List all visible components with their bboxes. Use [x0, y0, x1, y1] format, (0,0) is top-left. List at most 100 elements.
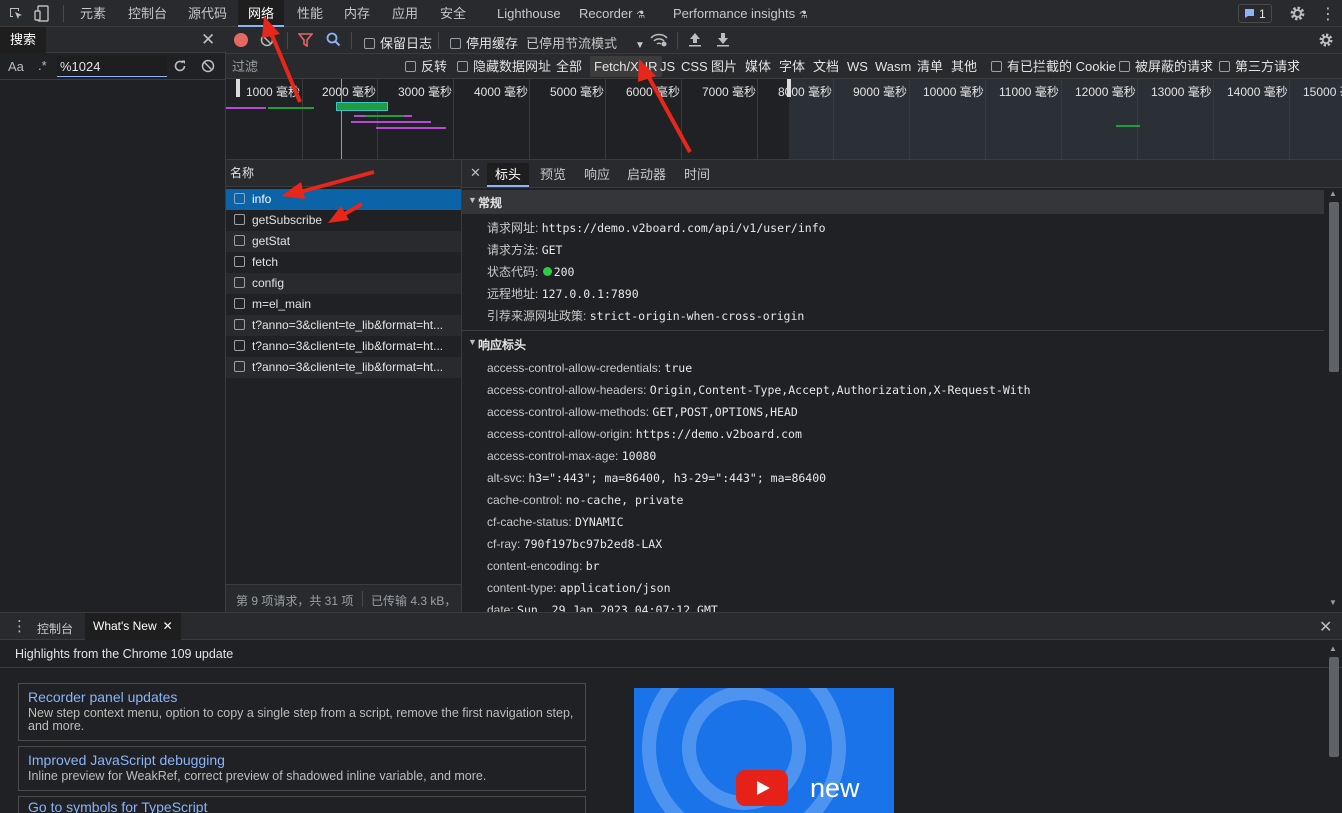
response-header-row: content-encoding: br	[487, 559, 600, 573]
details-scrollbar[interactable]: ▲ ▼	[1326, 188, 1342, 612]
tab-elements[interactable]: 元素	[80, 0, 106, 27]
disable-cache-checkbox[interactable]: 停用缓存	[450, 33, 518, 52]
tab-lighthouse[interactable]: Lighthouse	[497, 0, 561, 27]
blocked-cookies-checkbox[interactable]: 有已拦截的 Cookie	[991, 54, 1116, 79]
blocked-requests-checkbox[interactable]: 被屏蔽的请求	[1119, 54, 1213, 79]
tab-security[interactable]: 安全	[440, 0, 466, 27]
feature-card[interactable]: Recorder panel updates New step context …	[18, 683, 586, 741]
feature-card[interactable]: Go to symbols for TypeScript	[18, 796, 586, 813]
youtube-play-icon[interactable]	[736, 770, 788, 806]
invert-checkbox[interactable]: 反转	[405, 54, 447, 79]
tab-application[interactable]: 应用	[392, 0, 418, 27]
regex-toggle[interactable]: .*	[38, 58, 47, 73]
network-overview-timeline[interactable]: 1000 毫秒 2000 毫秒 3000 毫秒 4000 毫秒 5000 毫秒 …	[226, 79, 1342, 160]
scroll-down-arrow-icon[interactable]: ▼	[1329, 598, 1337, 607]
filter-input[interactable]: 过滤	[230, 56, 395, 77]
tab-network[interactable]: 网络	[238, 0, 285, 27]
name-column-header[interactable]: 名称	[226, 160, 461, 187]
header-value: strict-origin-when-cross-origin	[589, 309, 805, 323]
request-row[interactable]: getSubscribe	[226, 210, 461, 231]
request-row[interactable]: m=el_main	[226, 294, 461, 315]
export-har-download-icon[interactable]	[716, 32, 730, 47]
hide-data-urls-checkbox[interactable]: 隐藏数据网址	[457, 54, 551, 79]
inspect-element-icon[interactable]	[8, 6, 24, 22]
tab-performance[interactable]: 性能	[297, 0, 323, 27]
dom-content-loaded-marker	[341, 79, 342, 159]
filter-funnel-icon[interactable]	[298, 33, 313, 47]
feature-card-title[interactable]: Go to symbols for TypeScript	[28, 799, 576, 813]
clear-search-icon[interactable]	[201, 59, 215, 73]
overview-left-handle[interactable]	[236, 79, 240, 97]
general-section-header[interactable]: ▼ 常规	[462, 190, 1324, 214]
tab-response[interactable]: 响应	[584, 163, 610, 187]
filter-type-css[interactable]: CSS	[681, 54, 708, 79]
drawer-scrollbar[interactable]: ▲	[1326, 643, 1342, 813]
network-toolbar: 保留日志 停用缓存 已停用节流模式 ▼	[226, 27, 1342, 54]
filter-type-all[interactable]: 全部	[556, 54, 582, 79]
overview-right-handle[interactable]	[787, 79, 791, 97]
details-scroll-thumb[interactable]	[1329, 202, 1339, 372]
close-search-icon[interactable]: ✕	[201, 30, 215, 50]
issues-counter-button[interactable]: 1	[1238, 4, 1272, 23]
request-row[interactable]: t?anno=3&client=te_lib&format=ht...	[226, 315, 461, 336]
filter-type-wasm[interactable]: Wasm	[875, 54, 911, 79]
request-row[interactable]: fetch	[226, 252, 461, 273]
video-thumbnail[interactable]: new	[634, 688, 894, 813]
match-case-toggle[interactable]: Aa	[8, 59, 24, 74]
request-row[interactable]: config	[226, 273, 461, 294]
tab-headers[interactable]: 标头	[487, 163, 530, 187]
tab-recorder[interactable]: Recorder ⚗	[579, 0, 645, 27]
filter-type-doc[interactable]: 文档	[813, 54, 839, 79]
close-tab-icon[interactable]: ✕	[163, 619, 173, 633]
search-magnifier-icon[interactable]	[326, 32, 341, 47]
request-row[interactable]: getStat	[226, 231, 461, 252]
close-drawer-icon[interactable]: ✕	[1319, 617, 1332, 637]
preserve-log-checkbox[interactable]: 保留日志	[364, 33, 432, 52]
throttling-select[interactable]: 已停用节流模式 ▼	[526, 33, 645, 52]
tab-sources[interactable]: 源代码	[188, 0, 227, 27]
timeline-tick: 13000 毫秒	[1151, 85, 1212, 99]
request-row-selected[interactable]: info	[226, 189, 461, 210]
search-tab[interactable]: 搜索	[0, 27, 47, 53]
record-button[interactable]	[234, 33, 248, 47]
drawer-scroll-thumb[interactable]	[1329, 657, 1339, 757]
third-party-checkbox[interactable]: 第三方请求	[1219, 54, 1300, 79]
scroll-up-arrow-icon[interactable]: ▲	[1329, 189, 1337, 198]
drawer-tab-whats-new[interactable]: What's New ✕	[85, 613, 181, 640]
network-settings-gear-icon[interactable]	[1318, 32, 1334, 48]
filter-type-js[interactable]: JS	[660, 54, 675, 79]
response-headers-section-header[interactable]: ▼ 响应标头	[462, 332, 1324, 356]
filter-type-img[interactable]: 图片	[711, 54, 737, 79]
tab-preview[interactable]: 预览	[540, 163, 566, 187]
filter-type-media[interactable]: 媒体	[745, 54, 771, 79]
general-row-referrer: 引荐来源网址政策: strict-origin-when-cross-origi…	[487, 307, 804, 324]
filter-type-fetch-xhr[interactable]: Fetch/XHR	[590, 56, 662, 77]
network-conditions-wifi-icon[interactable]	[650, 32, 668, 48]
filter-type-font[interactable]: 字体	[779, 54, 805, 79]
filter-type-ws[interactable]: WS	[847, 54, 868, 79]
clear-log-icon[interactable]	[260, 33, 274, 47]
settings-gear-icon[interactable]	[1289, 5, 1306, 22]
feature-card-title[interactable]: Recorder panel updates	[28, 689, 576, 705]
refresh-search-icon[interactable]	[173, 59, 187, 73]
feature-card[interactable]: Improved JavaScript debugging Inline pre…	[18, 746, 586, 791]
tab-memory[interactable]: 内存	[344, 0, 370, 27]
response-header-row: cf-ray: 790f197bc97b2ed8-LAX	[487, 537, 662, 551]
device-toolbar-icon[interactable]	[34, 5, 50, 22]
import-har-upload-icon[interactable]	[688, 32, 702, 47]
request-row[interactable]: t?anno=3&client=te_lib&format=ht...	[226, 357, 461, 378]
tab-performance-insights[interactable]: Performance insights ⚗	[673, 0, 808, 27]
more-options-kebab-icon[interactable]: ⋮	[1320, 4, 1336, 24]
close-details-icon[interactable]: ✕	[470, 165, 481, 181]
drawer-tab-console[interactable]: 控制台	[37, 620, 73, 637]
feature-card-title[interactable]: Improved JavaScript debugging	[28, 752, 576, 768]
filter-type-manifest[interactable]: 清单	[917, 54, 943, 79]
request-row[interactable]: t?anno=3&client=te_lib&format=ht...	[226, 336, 461, 357]
filter-type-other[interactable]: 其他	[951, 54, 977, 79]
tab-timing[interactable]: 时间	[684, 163, 710, 187]
tab-initiator[interactable]: 启动器	[627, 163, 666, 187]
search-input[interactable]: %1024	[57, 56, 167, 77]
drawer-menu-kebab-icon[interactable]: ⋮	[12, 617, 27, 635]
scroll-up-arrow-icon[interactable]: ▲	[1329, 644, 1337, 653]
tab-console[interactable]: 控制台	[128, 0, 167, 27]
